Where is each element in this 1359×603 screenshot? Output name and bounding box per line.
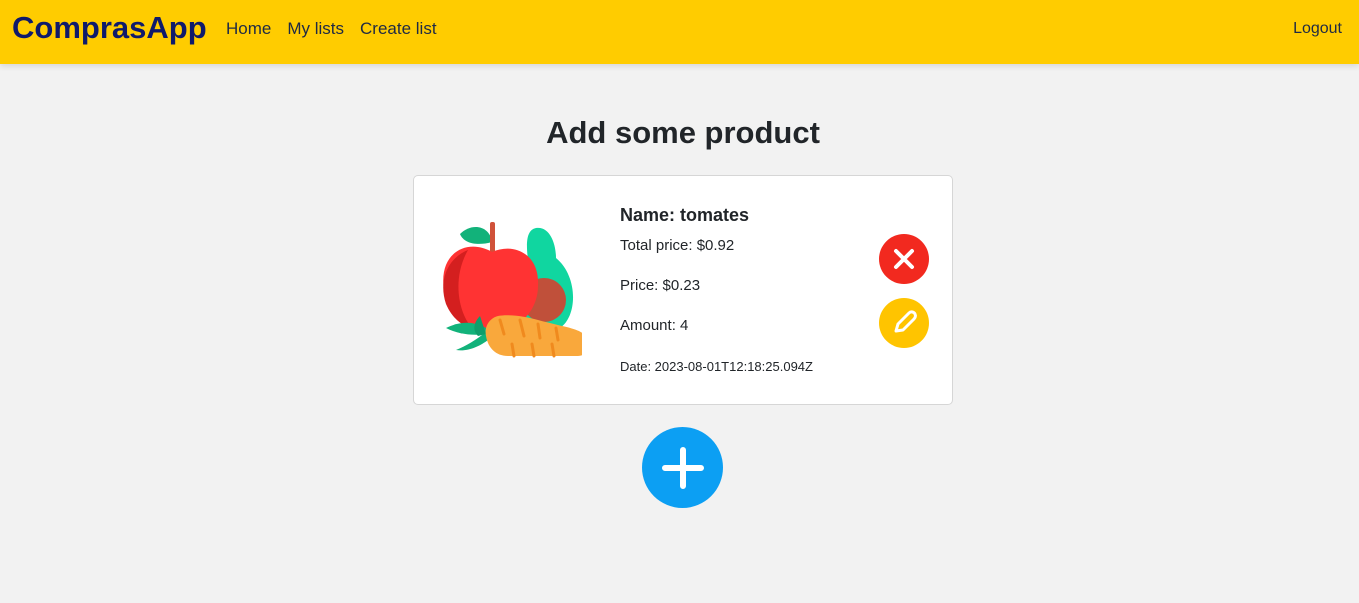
product-total-price: Total price: $0.92 (620, 237, 735, 254)
product-name: Name: tomates (620, 205, 750, 225)
nav-link-create-list[interactable]: Create list (360, 17, 437, 41)
navbar: ComprasApp Home My lists Create list Log… (0, 0, 1359, 64)
delete-product-button[interactable] (879, 234, 929, 284)
nav-link-home[interactable]: Home (226, 17, 271, 41)
page-title: Add some product (546, 115, 820, 150)
nav-links: Home My lists Create list (226, 17, 437, 41)
plus-icon (661, 446, 704, 489)
edit-product-button[interactable] (879, 298, 929, 348)
close-icon (894, 249, 914, 269)
brand-logo[interactable]: ComprasApp (12, 8, 207, 48)
product-amount: Amount: 4 (620, 317, 689, 334)
nav-link-my-lists[interactable]: My lists (287, 17, 344, 41)
product-date: Date: 2023-08-01T12:18:25.094Z (620, 359, 813, 374)
pencil-icon (894, 310, 917, 333)
add-product-button[interactable] (642, 427, 723, 508)
logout-link[interactable]: Logout (1293, 17, 1342, 41)
product-price: Price: $0.23 (620, 277, 701, 294)
product-card: Name: tomates Total price: $0.92 Price: … (413, 175, 953, 405)
vegetables-icon (443, 222, 582, 358)
